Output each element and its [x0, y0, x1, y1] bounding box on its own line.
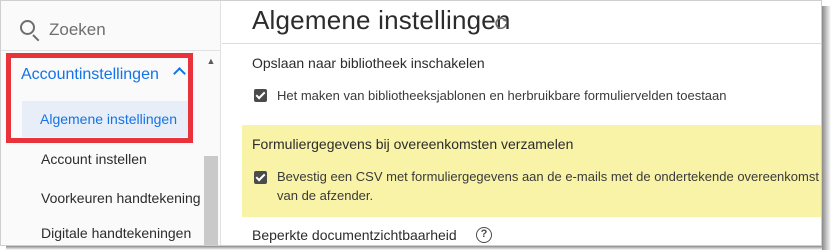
app-window: Zoeken ▲ Accountinstellingen Algemene in… [0, 0, 822, 246]
scroll-up-arrow-icon[interactable]: ▲ [206, 56, 216, 66]
section-title-collect-form-data: Formuliergegevens bij overeenkomsten ver… [252, 136, 574, 152]
sidebar-scrollbar-thumb[interactable] [204, 156, 218, 245]
sidebar-item-signature-preferences[interactable]: Voorkeuren handtekening [41, 190, 201, 206]
checkbox-label-line-1: Bevestig een CSV met formuliergegevens a… [277, 169, 819, 184]
main-content: Algemene instellingen Opslaan naar bibli… [222, 1, 821, 245]
search-placeholder: Zoeken [49, 20, 106, 39]
checkbox-label-library-templates: Het maken van bibliotheeksjablonen en he… [277, 88, 727, 103]
checkbox-checked-icon[interactable] [254, 89, 267, 102]
search-field[interactable]: Zoeken [19, 15, 106, 45]
window-shadow-bottom [6, 246, 822, 250]
section-title-save-to-library: Opslaan naar bibliotheek inschakelen [252, 55, 485, 71]
checkbox-label-attach-csv: Bevestig een CSV met formuliergegevens a… [277, 167, 821, 205]
sidebar-item-digital-signatures[interactable]: Digitale handtekeningen [41, 225, 191, 241]
sidebar: Zoeken ▲ Accountinstellingen Algemene in… [1, 1, 221, 245]
title-divider [222, 43, 821, 44]
annotation-highlight-box [6, 53, 193, 143]
section-title-limited-document-visibility: Beperkte documentzichtbaarheid [252, 227, 457, 243]
sidebar-item-account-setup[interactable]: Account instellen [41, 151, 147, 167]
help-icon[interactable]: ? [476, 227, 492, 243]
checkbox-checked-icon[interactable] [254, 171, 267, 184]
window-shadow-right [822, 6, 831, 250]
page-title: Algemene instellingen [252, 5, 511, 35]
search-icon [19, 19, 41, 42]
refresh-icon[interactable] [494, 16, 508, 30]
sidebar-divider [1, 50, 221, 51]
checkbox-label-line-2: van de afzender. [277, 188, 374, 203]
